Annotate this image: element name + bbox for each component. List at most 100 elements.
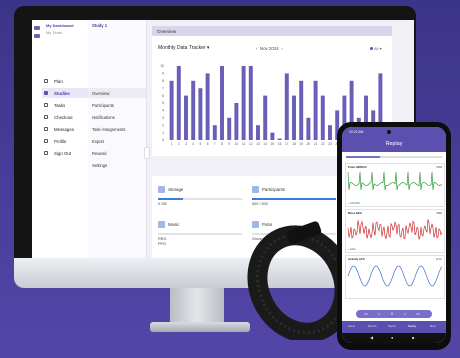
chart-bar[interactable]: [263, 95, 268, 140]
trace-graph: [347, 219, 443, 240]
x-tick-label: 15: [271, 142, 275, 146]
phone-header: Replay: [342, 137, 446, 152]
chart-bar[interactable]: [277, 138, 282, 140]
x-tick-label: 8: [221, 142, 223, 146]
tab-more[interactable]: More: [430, 325, 436, 328]
phone-status-bar: 10:22 AM: [342, 127, 446, 137]
subnav-item-overview[interactable]: Overview: [88, 88, 146, 98]
tab-home[interactable]: Home: [348, 325, 355, 328]
tab-record[interactable]: Record: [368, 325, 376, 328]
subnav-item-reward[interactable]: Reward: [88, 148, 146, 158]
pause-button[interactable]: II: [391, 312, 393, 316]
sidebar-item-label: Plan: [54, 78, 63, 84]
next-button[interactable]: >: [404, 312, 406, 316]
home-icon[interactable]: ●: [391, 335, 393, 340]
chart-bar[interactable]: [292, 95, 296, 140]
x-tick-label: 1: [171, 142, 173, 146]
chart-bar[interactable]: [227, 117, 232, 140]
subnav-item-task-assignments[interactable]: Task Assignments: [88, 124, 146, 134]
stat-value: 500 / 500: [252, 202, 268, 206]
x-tick-label: 14: [263, 142, 267, 146]
subnav-item-participants[interactable]: Participants: [88, 100, 146, 110]
subnav-item-label: Task Assignments: [92, 127, 126, 132]
trace-line: [347, 219, 443, 240]
trace-line: [347, 265, 443, 287]
y-tick-label: 5: [162, 101, 164, 105]
user-icon: [44, 139, 48, 143]
workspace-name[interactable]: My Dashboard: [46, 23, 74, 28]
subnav-item-label: Overview: [92, 91, 110, 96]
sidebar-item-plan[interactable]: Plan: [42, 76, 88, 86]
chart-bar[interactable]: [212, 125, 217, 140]
chart-bar[interactable]: [241, 66, 246, 140]
stat-progress: [158, 198, 242, 200]
back-icon[interactable]: ◀: [370, 335, 373, 340]
phone-time: 10:22 AM: [349, 130, 364, 134]
chart-bar[interactable]: [299, 80, 304, 140]
stat-value: RRG: [158, 237, 167, 241]
chart-bar[interactable]: [256, 125, 260, 140]
stat-progress: [252, 198, 336, 200]
chart-bar[interactable]: [205, 73, 210, 140]
chart-bar[interactable]: [176, 66, 181, 140]
x-tick-label: 20: [307, 142, 311, 146]
camera-icon: [387, 130, 391, 134]
forward-button[interactable]: >>: [416, 312, 420, 316]
trace-line: [347, 171, 443, 191]
page-icon[interactable]: [34, 34, 40, 38]
chart-bar[interactable]: [191, 80, 196, 140]
stat-label: Participants: [262, 187, 285, 192]
recents-icon[interactable]: ■: [412, 335, 414, 340]
tab-replay[interactable]: Replay: [408, 325, 416, 328]
sidebar-item-label: Tasks: [54, 102, 66, 108]
chart-bar[interactable]: [270, 132, 275, 140]
chart-bar[interactable]: [234, 103, 239, 140]
x-tick-label: 23: [328, 142, 332, 146]
sidebar-item-profile[interactable]: Profile: [42, 136, 88, 146]
grid-icon: [44, 79, 48, 83]
tab-report[interactable]: Report: [388, 325, 396, 328]
stat-label: Music: [168, 222, 180, 227]
x-tick-label: 22: [321, 142, 325, 146]
subnav-item-export[interactable]: Export: [88, 136, 146, 146]
sidebar-item-checkout[interactable]: Checkout: [42, 112, 88, 122]
chart-bar[interactable]: [306, 117, 311, 140]
y-tick-label: 6: [162, 94, 164, 98]
sidebar-item-label: Checkout: [54, 114, 73, 120]
subnav-item-label: Participants: [92, 103, 114, 108]
grid-icon[interactable]: [34, 26, 40, 30]
subnav-item-settings[interactable]: Settings: [88, 160, 146, 170]
section-header: Overview: [152, 26, 392, 36]
study-selector[interactable]: Study 1: [92, 23, 107, 28]
chart-bar[interactable]: [220, 66, 224, 140]
y-tick-label: 3: [162, 116, 164, 120]
chart-bar[interactable]: [198, 88, 203, 140]
chart-bar[interactable]: [184, 95, 188, 140]
chart-bar[interactable]: [248, 66, 253, 140]
replay-progress[interactable]: [346, 156, 442, 158]
x-tick-label: 10: [235, 142, 239, 146]
y-tick-label: 7: [162, 86, 164, 90]
rewind-button[interactable]: <<: [364, 312, 368, 316]
sidebar-item-studies[interactable]: Studies: [42, 88, 88, 98]
sidebar-item-messages[interactable]: Messages: [42, 124, 88, 134]
y-tick-label: 4: [162, 109, 164, 113]
stat-value-secondary: PPG: [158, 242, 167, 246]
trace-legend: + HR/HRV: [348, 202, 361, 205]
sidebar-item-label: Profile: [54, 138, 67, 144]
subnav-item-label: Reward: [92, 151, 107, 156]
sidebar-item-sign-out[interactable]: Sign Out: [42, 148, 88, 158]
chart-bar[interactable]: [328, 125, 332, 140]
prev-button[interactable]: <: [378, 312, 380, 316]
monitor-base: [150, 322, 250, 332]
chart-bar[interactable]: [284, 73, 289, 140]
sidebar-item-tasks[interactable]: Tasks: [42, 100, 88, 110]
x-tick-label: 16: [278, 142, 282, 146]
chart-bar[interactable]: [313, 80, 318, 140]
chart-bar[interactable]: [320, 95, 325, 140]
chart-bar[interactable]: [169, 80, 174, 140]
playback-controls: << < II > >>: [356, 310, 432, 318]
trace-graph: [347, 265, 443, 287]
subnav-item-notifications[interactable]: Notifications: [88, 112, 146, 122]
y-tick-label: 1: [162, 131, 164, 135]
